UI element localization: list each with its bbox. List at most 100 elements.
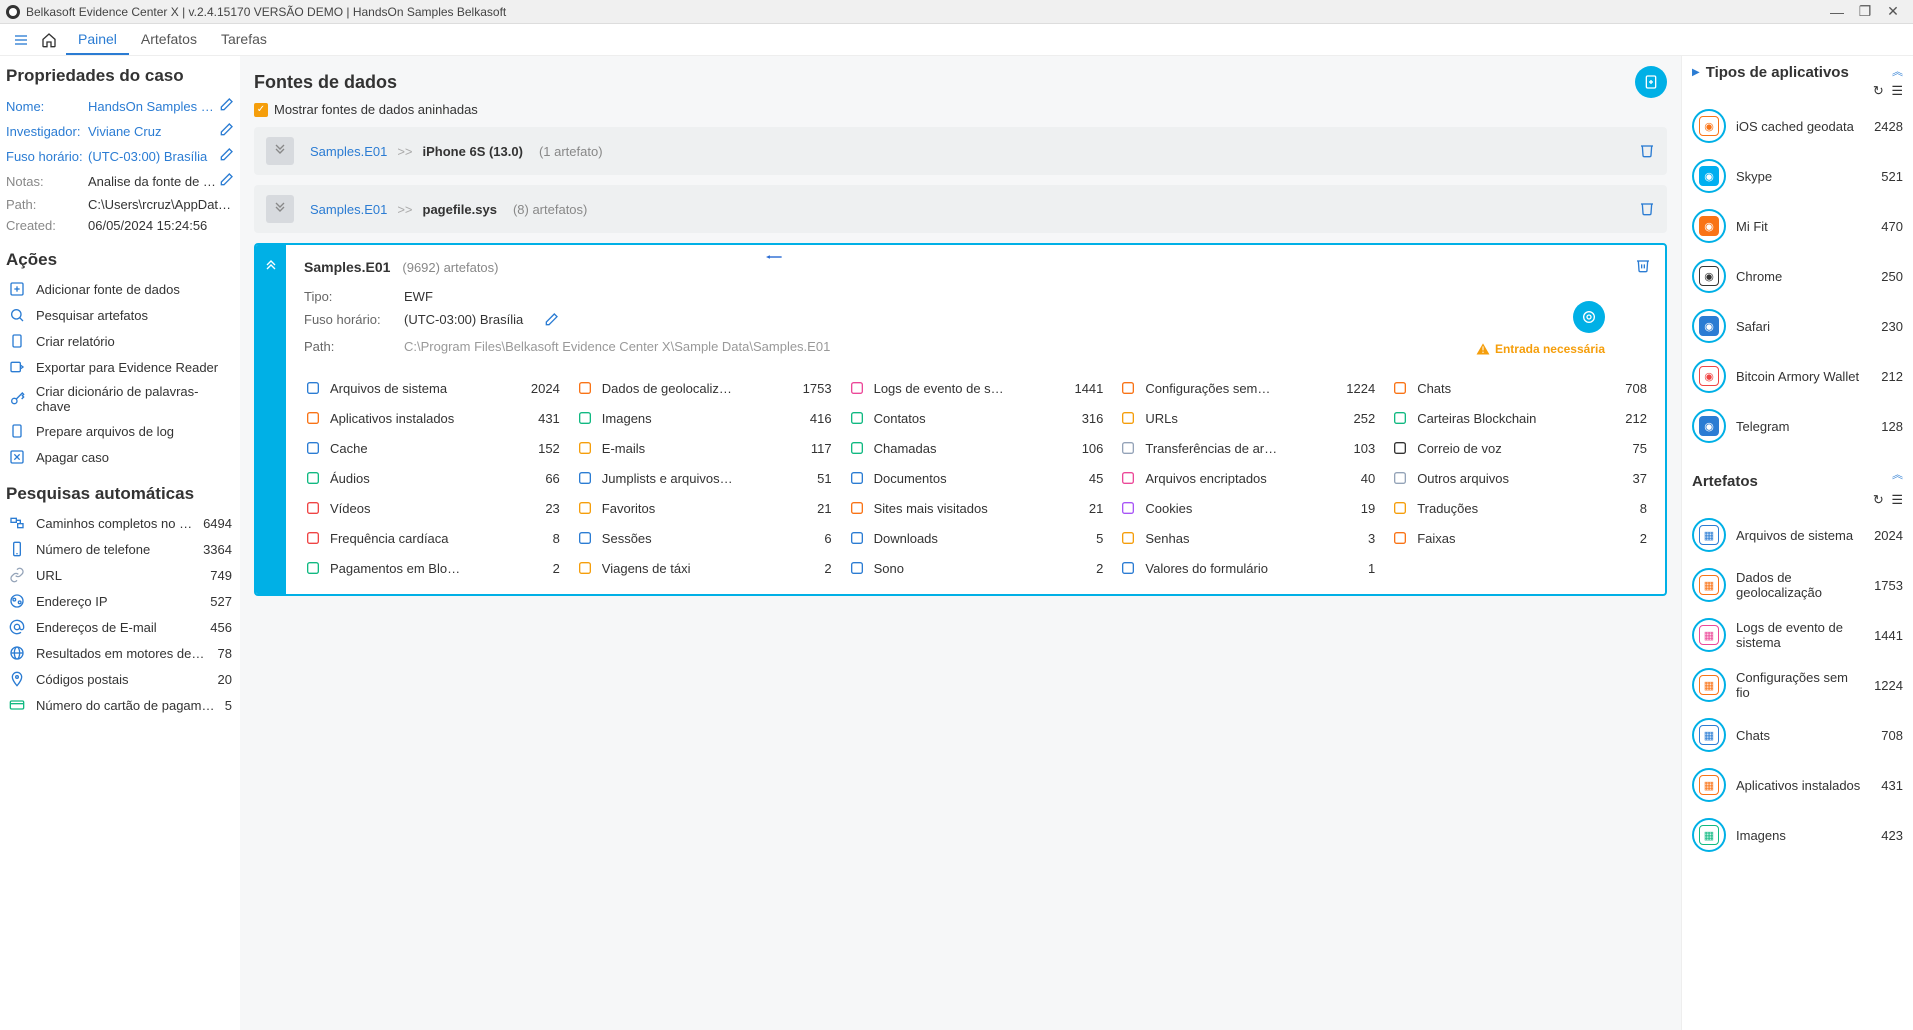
category-item[interactable]: Transferências de ar… 103 — [1119, 436, 1375, 460]
artifact-type-item[interactable]: ▦ Imagens 423 — [1692, 810, 1903, 860]
category-item[interactable]: Imagens 416 — [576, 406, 832, 430]
app-type-item[interactable]: ◉ iOS cached geodata 2428 — [1692, 101, 1903, 151]
action-criar-relat-rio[interactable]: Criar relatório — [6, 328, 234, 354]
nav-tab-painel[interactable]: Painel — [66, 25, 129, 55]
home-icon[interactable] — [38, 29, 60, 51]
autosearch-item[interactable]: Número de telefone3364 — [6, 536, 234, 562]
category-count: 3 — [1341, 531, 1375, 546]
autosearch-item[interactable]: Número do cartão de pagamento5 — [6, 692, 234, 718]
action-prepare-arquivos-de-log[interactable]: Prepare arquivos de log — [6, 418, 234, 444]
artifact-count: 423 — [1881, 828, 1903, 843]
category-item[interactable]: Frequência cardíaca 8 — [304, 526, 560, 550]
delete-source-icon[interactable] — [1639, 200, 1655, 219]
data-source-row[interactable]: Samples.E01 >> iPhone 6S (13.0) (1 artef… — [254, 127, 1667, 175]
autosearch-item[interactable]: URL749 — [6, 562, 234, 588]
category-item[interactable]: Aplicativos instalados 431 — [304, 406, 560, 430]
action-criar-dicion-rio-de-pala[interactable]: Criar dicionário de palavras-chave — [6, 380, 234, 418]
category-item[interactable]: Traduções 8 — [1391, 496, 1647, 520]
delete-source-button[interactable] — [1635, 257, 1651, 276]
category-item[interactable]: Pagamentos em Blo… 2 — [304, 556, 560, 580]
category-item[interactable]: Favoritos 21 — [576, 496, 832, 520]
category-item[interactable]: Sites mais visitados 21 — [848, 496, 1104, 520]
category-item[interactable]: Downloads 5 — [848, 526, 1104, 550]
autosearch-item[interactable]: Endereços de E-mail456 — [6, 614, 234, 640]
action-adicionar-fonte-de-dados[interactable]: Adicionar fonte de dados — [6, 276, 234, 302]
category-item[interactable]: Áudios 66 — [304, 466, 560, 490]
app-type-item[interactable]: ◉ Telegram 128 — [1692, 401, 1903, 451]
collapse-panel-icon[interactable]: ︽ — [1892, 69, 1903, 76]
category-item[interactable]: URLs 252 — [1119, 406, 1375, 430]
collapse-artifacts-icon[interactable]: ︽ — [1892, 472, 1903, 479]
artifact-type-item[interactable]: ▦ Chats 708 — [1692, 710, 1903, 760]
category-item[interactable]: Faixas 2 — [1391, 526, 1647, 550]
expand-icon[interactable] — [266, 195, 294, 223]
menu-icon[interactable] — [10, 29, 32, 51]
category-item[interactable]: Jumplists e arquivos… 51 — [576, 466, 832, 490]
category-item[interactable]: Outros arquivos 37 — [1391, 466, 1647, 490]
app-type-item[interactable]: ◉ Chrome 250 — [1692, 251, 1903, 301]
reanalyze-button[interactable] — [1573, 301, 1605, 333]
minimize-button[interactable]: — — [1823, 4, 1851, 20]
category-item[interactable]: Viagens de táxi 2 — [576, 556, 832, 580]
nav-tab-artefatos[interactable]: Artefatos — [129, 25, 209, 55]
category-item[interactable]: Valores do formulário 1 — [1119, 556, 1375, 580]
edit-icon[interactable] — [218, 172, 234, 191]
category-item[interactable]: E-mails 117 — [576, 436, 832, 460]
category-item[interactable]: Chats 708 — [1391, 376, 1647, 400]
category-item[interactable]: Correio de voz 75 — [1391, 436, 1647, 460]
action-pesquisar-artefatos[interactable]: Pesquisar artefatos — [6, 302, 234, 328]
artifact-type-item[interactable]: ▦ Dados de geolocalização 1753 — [1692, 560, 1903, 610]
add-data-source-button[interactable] — [1635, 66, 1667, 98]
list-view-artifacts-icon[interactable]: ☰ — [1891, 492, 1903, 507]
artifact-type-item[interactable]: ▦ Configurações sem fio 1224 — [1692, 660, 1903, 710]
action-apagar-caso[interactable]: Apagar caso — [6, 444, 234, 470]
category-item[interactable]: Arquivos encriptados 40 — [1119, 466, 1375, 490]
show-nested-checkbox[interactable]: ✓ Mostrar fontes de dados aninhadas — [254, 102, 1667, 117]
app-label: Telegram — [1736, 419, 1871, 434]
collapse-handle[interactable] — [256, 245, 286, 594]
edit-icon[interactable] — [543, 312, 559, 331]
app-type-item[interactable]: ◉ Bitcoin Armory Wallet 212 — [1692, 351, 1903, 401]
refresh-icon[interactable]: ↻ — [1873, 83, 1884, 98]
category-item[interactable]: Senhas 3 — [1119, 526, 1375, 550]
delete-source-icon[interactable] — [1639, 142, 1655, 161]
action-exportar-para-evidence-r[interactable]: Exportar para Evidence Reader — [6, 354, 234, 380]
category-item[interactable]: Chamadas 106 — [848, 436, 1104, 460]
autosearch-item[interactable]: Endereço IP527 — [6, 588, 234, 614]
category-item[interactable]: Sessões 6 — [576, 526, 832, 550]
category-item[interactable]: Vídeos 23 — [304, 496, 560, 520]
autosearch-item[interactable]: Resultados em motores de pes…78 — [6, 640, 234, 666]
edit-icon[interactable] — [218, 97, 234, 116]
expand-apps-icon[interactable]: ▶ — [1692, 67, 1700, 78]
maximize-button[interactable]: ❐ — [1851, 3, 1879, 20]
list-view-icon[interactable]: ☰ — [1891, 83, 1903, 98]
warning-badge[interactable]: Entrada necessária — [1475, 341, 1605, 357]
app-type-item[interactable]: ◉ Mi Fit 470 — [1692, 201, 1903, 251]
category-item[interactable]: Logs de evento de s… 1441 — [848, 376, 1104, 400]
edit-icon[interactable] — [218, 147, 234, 166]
category-item[interactable]: Contatos 316 — [848, 406, 1104, 430]
autosearch-item[interactable]: Caminhos completos no Wi…6494 — [6, 510, 234, 536]
artifact-type-item[interactable]: ▦ Logs de evento de sistema 1441 — [1692, 610, 1903, 660]
category-item[interactable]: Cookies 19 — [1119, 496, 1375, 520]
category-item[interactable]: Carteiras Blockchain 212 — [1391, 406, 1647, 430]
autosearch-item[interactable]: Códigos postais20 — [6, 666, 234, 692]
app-type-item[interactable]: ◉ Skype 521 — [1692, 151, 1903, 201]
category-item[interactable]: Arquivos de sistema 2024 — [304, 376, 560, 400]
category-item[interactable]: Sono 2 — [848, 556, 1104, 580]
refresh-artifacts-icon[interactable]: ↻ — [1873, 492, 1884, 507]
artifact-type-item[interactable]: ▦ Aplicativos instalados 431 — [1692, 760, 1903, 810]
edit-icon[interactable] — [218, 122, 234, 141]
expand-icon[interactable] — [266, 137, 294, 165]
category-icon — [576, 409, 594, 427]
category-item[interactable]: Dados de geolocaliz… 1753 — [576, 376, 832, 400]
app-type-item[interactable]: ◉ Safari 230 — [1692, 301, 1903, 351]
artifact-type-item[interactable]: ▦ Arquivos de sistema 2024 — [1692, 510, 1903, 560]
category-item[interactable]: Cache 152 — [304, 436, 560, 460]
nav-tab-tarefas[interactable]: Tarefas — [209, 25, 279, 55]
data-source-row[interactable]: Samples.E01 >> pagefile.sys (8) artefato… — [254, 185, 1667, 233]
close-button[interactable]: ✕ — [1879, 3, 1907, 20]
category-item[interactable]: Documentos 45 — [848, 466, 1104, 490]
autosearch-count: 5 — [225, 698, 232, 713]
category-item[interactable]: Configurações sem… 1224 — [1119, 376, 1375, 400]
